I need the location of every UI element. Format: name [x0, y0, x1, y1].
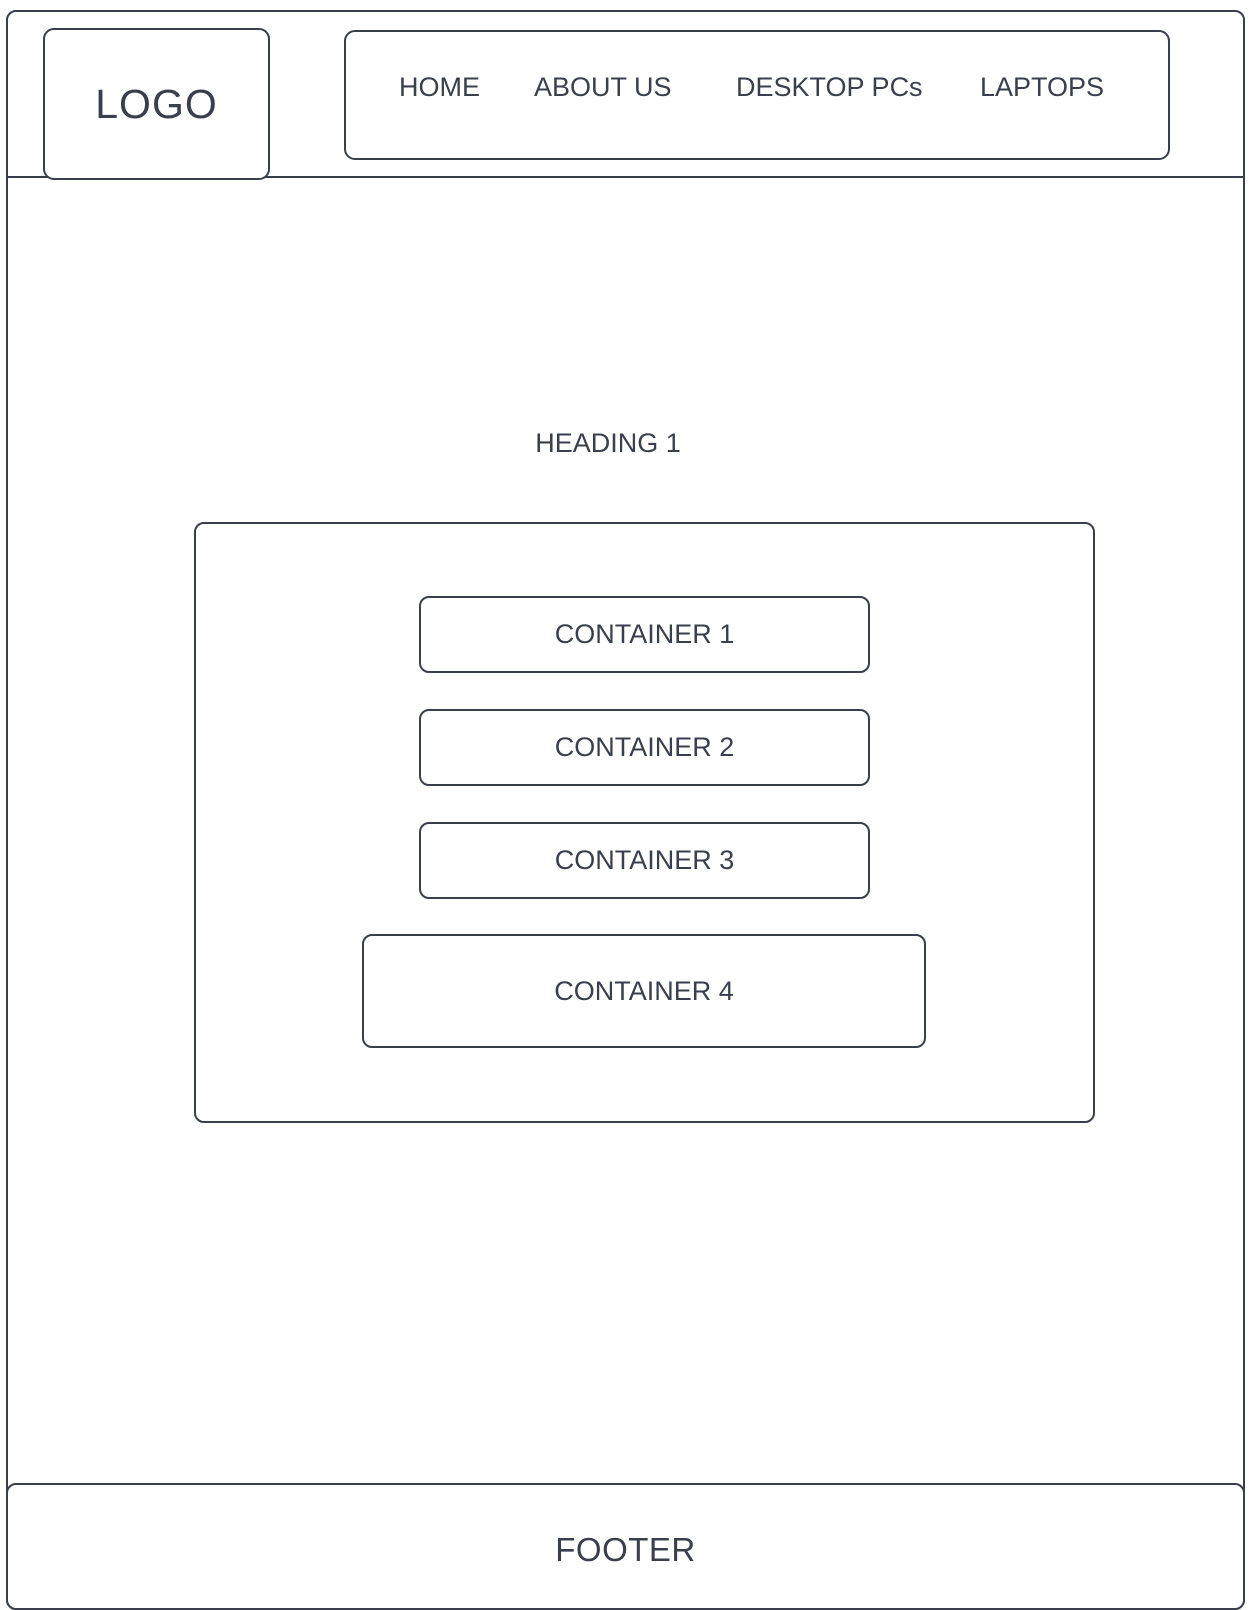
container-3: CONTAINER 3 [419, 822, 870, 899]
nav-item-home[interactable]: HOME [399, 71, 480, 103]
container-4: CONTAINER 4 [362, 934, 926, 1048]
footer-label: FOOTER [555, 1530, 696, 1568]
nav-item-desktop-pcs[interactable]: DESKTOP PCs [736, 71, 923, 103]
container-1-label: CONTAINER 1 [554, 619, 735, 649]
nav-item-about-us[interactable]: ABOUT US [534, 71, 672, 103]
logo-box[interactable]: LOGO [43, 28, 270, 180]
footer: FOOTER [6, 1483, 1245, 1610]
page-heading: HEADING 1 [535, 428, 681, 458]
logo-text: LOGO [95, 81, 218, 127]
container-2-label: CONTAINER 2 [554, 732, 735, 762]
container-4-label: CONTAINER 4 [554, 975, 734, 1006]
container-3-label: CONTAINER 3 [554, 845, 735, 875]
nav-item-laptops[interactable]: LAPTOPS [980, 71, 1104, 103]
container-2: CONTAINER 2 [419, 709, 870, 786]
container-1: CONTAINER 1 [419, 596, 870, 673]
